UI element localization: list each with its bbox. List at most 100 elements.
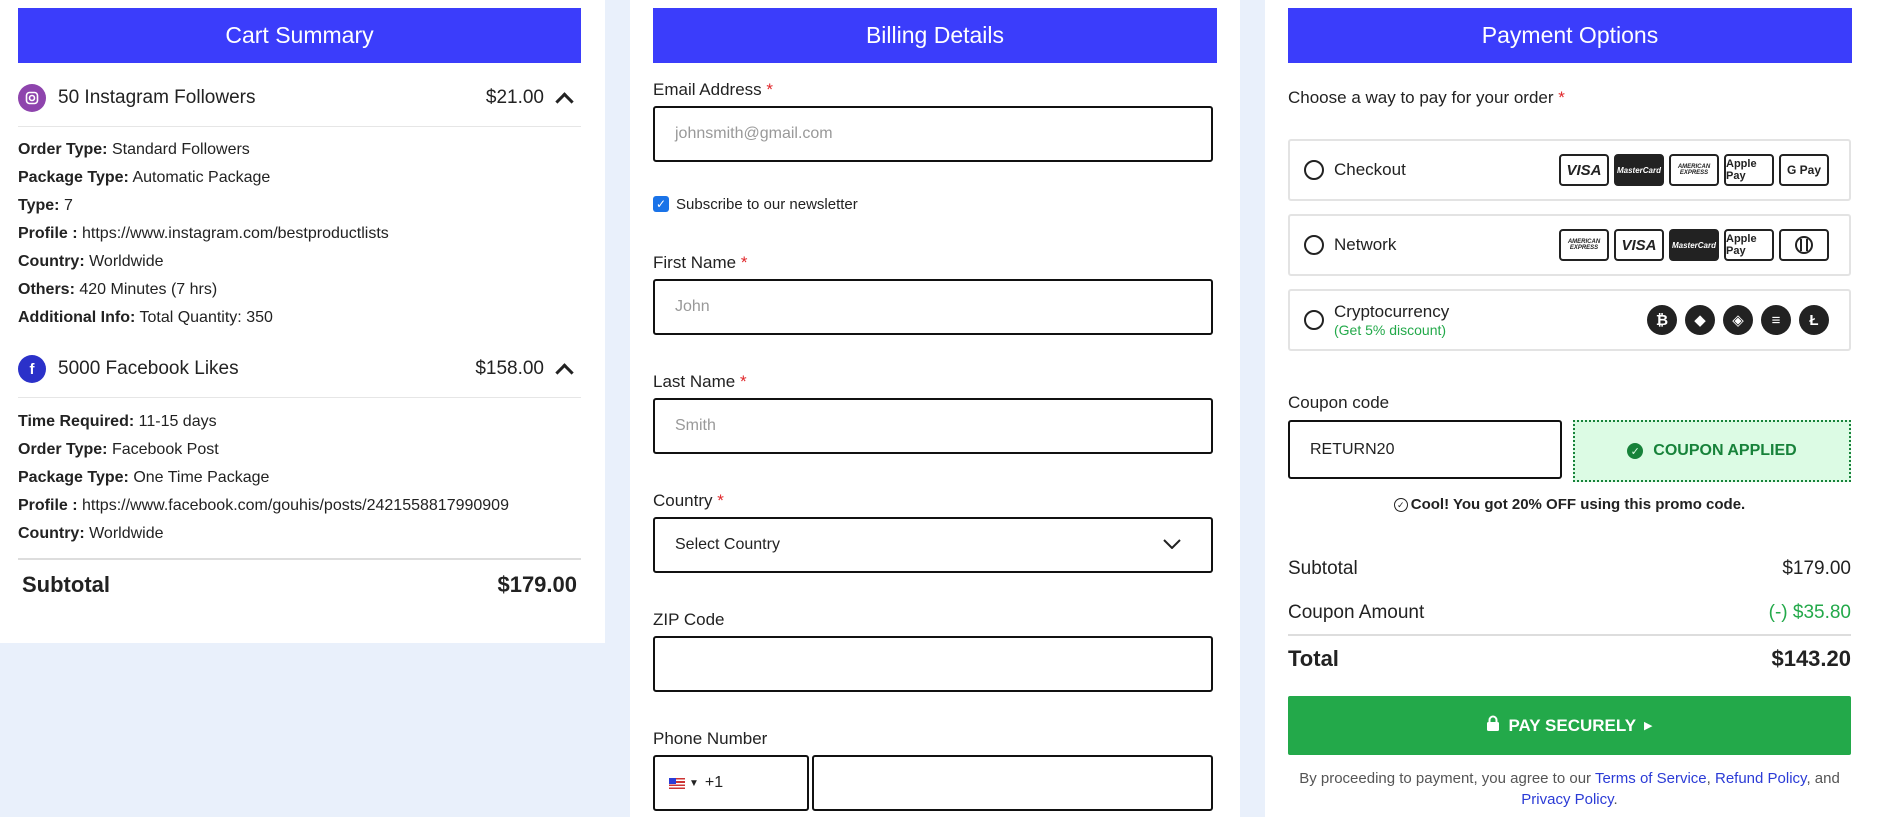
caret-down-icon: ▼	[689, 777, 699, 789]
country-label: Country *	[653, 491, 724, 510]
ethereum-icon: ◆	[1685, 305, 1715, 335]
detail-row: Type: 7	[18, 197, 73, 214]
payment-option-crypto[interactable]: Cryptocurrency (Get 5% discount) ₿ ◆ ◈ ≡…	[1288, 289, 1851, 351]
total-label: Total	[1288, 646, 1339, 671]
choose-payment-label: Choose a way to pay for your order *	[1288, 88, 1565, 107]
crypto-discount-note: (Get 5% discount)	[1334, 322, 1447, 338]
detail-row: Additional Info: Total Quantity: 350	[18, 309, 273, 326]
visa-icon: VISA	[1559, 154, 1609, 186]
chevron-down-icon	[1163, 536, 1181, 554]
instagram-icon	[18, 84, 46, 112]
phone-number-field[interactable]	[812, 755, 1213, 811]
cart-item-name: 5000 Facebook Likes	[58, 358, 239, 379]
pay-securely-button[interactable]: PAY SECURELY ▶	[1288, 696, 1851, 755]
privacy-policy-link[interactable]: Privacy Policy	[1521, 791, 1613, 808]
google-pay-icon: G Pay	[1779, 154, 1829, 186]
lock-icon	[1486, 715, 1500, 736]
terms-of-service-link[interactable]: Terms of Service	[1595, 770, 1707, 787]
coupon-message: ✓ Cool! You got 20% OFF using this promo …	[1288, 496, 1851, 513]
visa-icon: VISA	[1614, 229, 1664, 261]
phone-label: Phone Number	[653, 729, 768, 748]
payment-option-checkout[interactable]: Checkout VISA MasterCard AMERICAN EXPRES…	[1288, 139, 1851, 201]
phone-country-code[interactable]: ▼ +1	[653, 755, 809, 811]
refund-policy-link[interactable]: Refund Policy	[1715, 770, 1806, 787]
total-row: Total $143.20	[1288, 646, 1851, 672]
detail-row: Profile : https://www.facebook.com/gouhi…	[18, 497, 509, 514]
radio-button[interactable]	[1304, 310, 1324, 330]
detail-row: Others: 420 Minutes (7 hrs)	[18, 281, 218, 298]
cart-item-price: $158.00	[475, 358, 544, 379]
payment-title: Payment Options	[1288, 8, 1852, 63]
check-circle-icon: ✓	[1627, 443, 1644, 459]
billing-details-panel: Billing Details Email Address * johnsmit…	[630, 0, 1240, 817]
caret-right-icon: ▶	[1644, 720, 1653, 732]
phone-code: +1	[704, 774, 724, 791]
payment-option-crypto-text: Cryptocurrency (Get 5% discount)	[1334, 302, 1647, 338]
apple-pay-icon: Apple Pay	[1724, 154, 1774, 186]
zip-label: ZIP Code	[653, 610, 725, 629]
cart-item-price: $21.00	[485, 87, 544, 108]
mastercard-icon: MasterCard	[1614, 154, 1664, 186]
email-label: Email Address *	[653, 80, 774, 99]
cart-item-name: 50 Instagram Followers	[58, 87, 256, 108]
radio-button[interactable]	[1304, 235, 1324, 255]
amex-icon: AMERICAN EXPRESS	[1669, 154, 1719, 186]
pay-button-label: PAY SECURELY	[1508, 715, 1637, 735]
chevron-up-icon[interactable]	[555, 362, 574, 382]
coupon-input[interactable]: RETURN20	[1288, 420, 1562, 479]
chevron-up-icon[interactable]	[555, 91, 574, 111]
coupon-applied-text: COUPON APPLIED	[1653, 442, 1797, 459]
terms-text: By proceeding to payment, you agree to o…	[1299, 770, 1840, 808]
detail-row: Order Type: Facebook Post	[18, 441, 219, 458]
detail-row: Country: Worldwide	[18, 253, 164, 270]
payment-subtotal-row: Subtotal $179.00	[1288, 558, 1851, 580]
first-name-label: First Name *	[653, 253, 748, 272]
detail-row: Package Type: One Time Package	[18, 469, 270, 486]
cart-item-facebook[interactable]: f 5000 Facebook Likes $158.00	[18, 341, 581, 398]
binance-icon: ◈	[1723, 305, 1753, 335]
last-name-field[interactable]: Smith	[653, 398, 1213, 454]
diners-club-icon	[1779, 229, 1829, 261]
coupon-amount-row: Coupon Amount (-) $35.80	[1288, 602, 1851, 624]
first-name-field[interactable]: John	[653, 279, 1213, 335]
total-value: $143.20	[1771, 646, 1851, 671]
subtotal-label: Subtotal	[1288, 558, 1358, 579]
payment-option-name: Network	[1334, 235, 1397, 254]
cart-subtotal-row: Subtotal $179.00	[18, 558, 581, 610]
coupon-amount-label: Coupon Amount	[1288, 602, 1425, 623]
payment-option-name: Checkout	[1334, 160, 1406, 179]
coupon-applied-badge: ✓ COUPON APPLIED	[1573, 420, 1851, 482]
zip-field[interactable]	[653, 636, 1213, 692]
payment-option-network[interactable]: Network AMERICAN EXPRESS VISA MasterCard…	[1288, 214, 1851, 276]
bitcoin-icon: ₿	[1647, 305, 1677, 335]
email-field[interactable]: johnsmith@gmail.com	[653, 106, 1213, 162]
country-select-value: Select Country	[675, 536, 780, 553]
newsletter-label: Subscribe to our newsletter	[676, 196, 858, 213]
coupon-amount-value: (-) $35.80	[1768, 602, 1851, 623]
detail-row: Profile : https://www.instagram.com/best…	[18, 225, 389, 242]
detail-row: Package Type: Automatic Package	[18, 169, 271, 186]
subtotal-value: $179.00	[497, 572, 577, 597]
last-name-label: Last Name *	[653, 372, 747, 391]
subtotal-label: Subtotal	[22, 572, 110, 597]
newsletter-checkbox[interactable]: ✓	[653, 196, 669, 212]
us-flag-icon	[669, 777, 685, 789]
summary-divider	[1288, 634, 1851, 636]
coupon-label: Coupon code	[1288, 393, 1390, 412]
solana-icon: ≡	[1761, 305, 1791, 335]
cart-summary-title: Cart Summary	[18, 8, 581, 63]
apple-pay-icon: Apple Pay	[1724, 229, 1774, 261]
payment-option-name: Cryptocurrency	[1334, 302, 1450, 321]
amex-icon: AMERICAN EXPRESS	[1559, 229, 1609, 261]
radio-button[interactable]	[1304, 160, 1324, 180]
payment-options-panel: Payment Options Choose a way to pay for …	[1265, 0, 1880, 817]
detail-row: Order Type: Standard Followers	[18, 141, 250, 158]
detail-row: Time Required: 11-15 days	[18, 413, 217, 430]
check-circle-outline-icon: ✓	[1393, 498, 1408, 513]
litecoin-icon: Ł	[1799, 305, 1829, 335]
billing-title: Billing Details	[653, 8, 1217, 63]
subtotal-value: $179.00	[1782, 558, 1851, 579]
country-select[interactable]: Select Country	[653, 517, 1213, 573]
cart-item-instagram[interactable]: 50 Instagram Followers $21.00	[18, 70, 581, 127]
detail-row: Country: Worldwide	[18, 525, 164, 542]
